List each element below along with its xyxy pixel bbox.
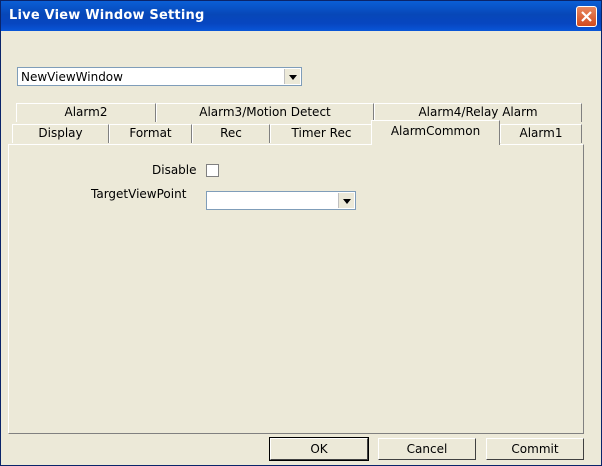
tab-label: Alarm4/Relay Alarm bbox=[418, 105, 538, 119]
ok-button-label: OK bbox=[310, 442, 328, 456]
tab-label: Timer Rec bbox=[291, 126, 352, 140]
tab-alarm2[interactable]: Alarm2 bbox=[16, 103, 156, 122]
window-title: Live View Window Setting bbox=[9, 8, 205, 23]
close-icon bbox=[581, 11, 592, 22]
ok-button[interactable]: OK bbox=[269, 437, 369, 461]
title-bar[interactable]: Live View Window Setting bbox=[1, 1, 601, 31]
tab-label: Alarm1 bbox=[519, 126, 563, 140]
view-window-select[interactable]: NewViewWindow bbox=[17, 67, 302, 86]
tab-format[interactable]: Format bbox=[109, 124, 192, 143]
target-view-point-select[interactable] bbox=[206, 191, 356, 210]
view-window-select-value: NewViewWindow bbox=[21, 70, 123, 84]
disable-label: Disable bbox=[152, 163, 197, 177]
chevron-down-icon bbox=[343, 199, 351, 204]
tab-display[interactable]: Display bbox=[12, 124, 109, 143]
tab-label: Alarm2 bbox=[64, 105, 108, 119]
tab-alarm3-motion-detect[interactable]: Alarm3/Motion Detect bbox=[156, 103, 374, 122]
cancel-button[interactable]: Cancel bbox=[378, 438, 476, 460]
disable-checkbox[interactable] bbox=[206, 164, 219, 177]
target-view-point-label: TargetViewPoint bbox=[91, 187, 187, 201]
tab-label: AlarmCommon bbox=[390, 124, 481, 138]
tab-label: Display bbox=[38, 126, 83, 140]
tab-label: Format bbox=[129, 126, 172, 140]
commit-button-label: Commit bbox=[511, 442, 559, 456]
dropdown-arrow-button[interactable] bbox=[338, 193, 354, 208]
commit-button[interactable]: Commit bbox=[486, 438, 584, 460]
tab-panel: Disable TargetViewPoint bbox=[8, 144, 584, 434]
dropdown-arrow-button[interactable] bbox=[284, 69, 300, 84]
tab-label: Rec bbox=[220, 126, 242, 140]
tab-alarmcommon[interactable]: AlarmCommon bbox=[371, 120, 500, 145]
tab-label: Alarm3/Motion Detect bbox=[199, 105, 331, 119]
tab-alarm1[interactable]: Alarm1 bbox=[500, 124, 582, 143]
dialog-window: Live View Window Setting NewViewWindow A… bbox=[0, 0, 602, 466]
tab-timer-rec[interactable]: Timer Rec bbox=[270, 124, 373, 143]
close-button[interactable] bbox=[576, 6, 597, 27]
tab-rec[interactable]: Rec bbox=[192, 124, 270, 143]
cancel-button-label: Cancel bbox=[406, 442, 448, 456]
chevron-down-icon bbox=[289, 75, 297, 80]
